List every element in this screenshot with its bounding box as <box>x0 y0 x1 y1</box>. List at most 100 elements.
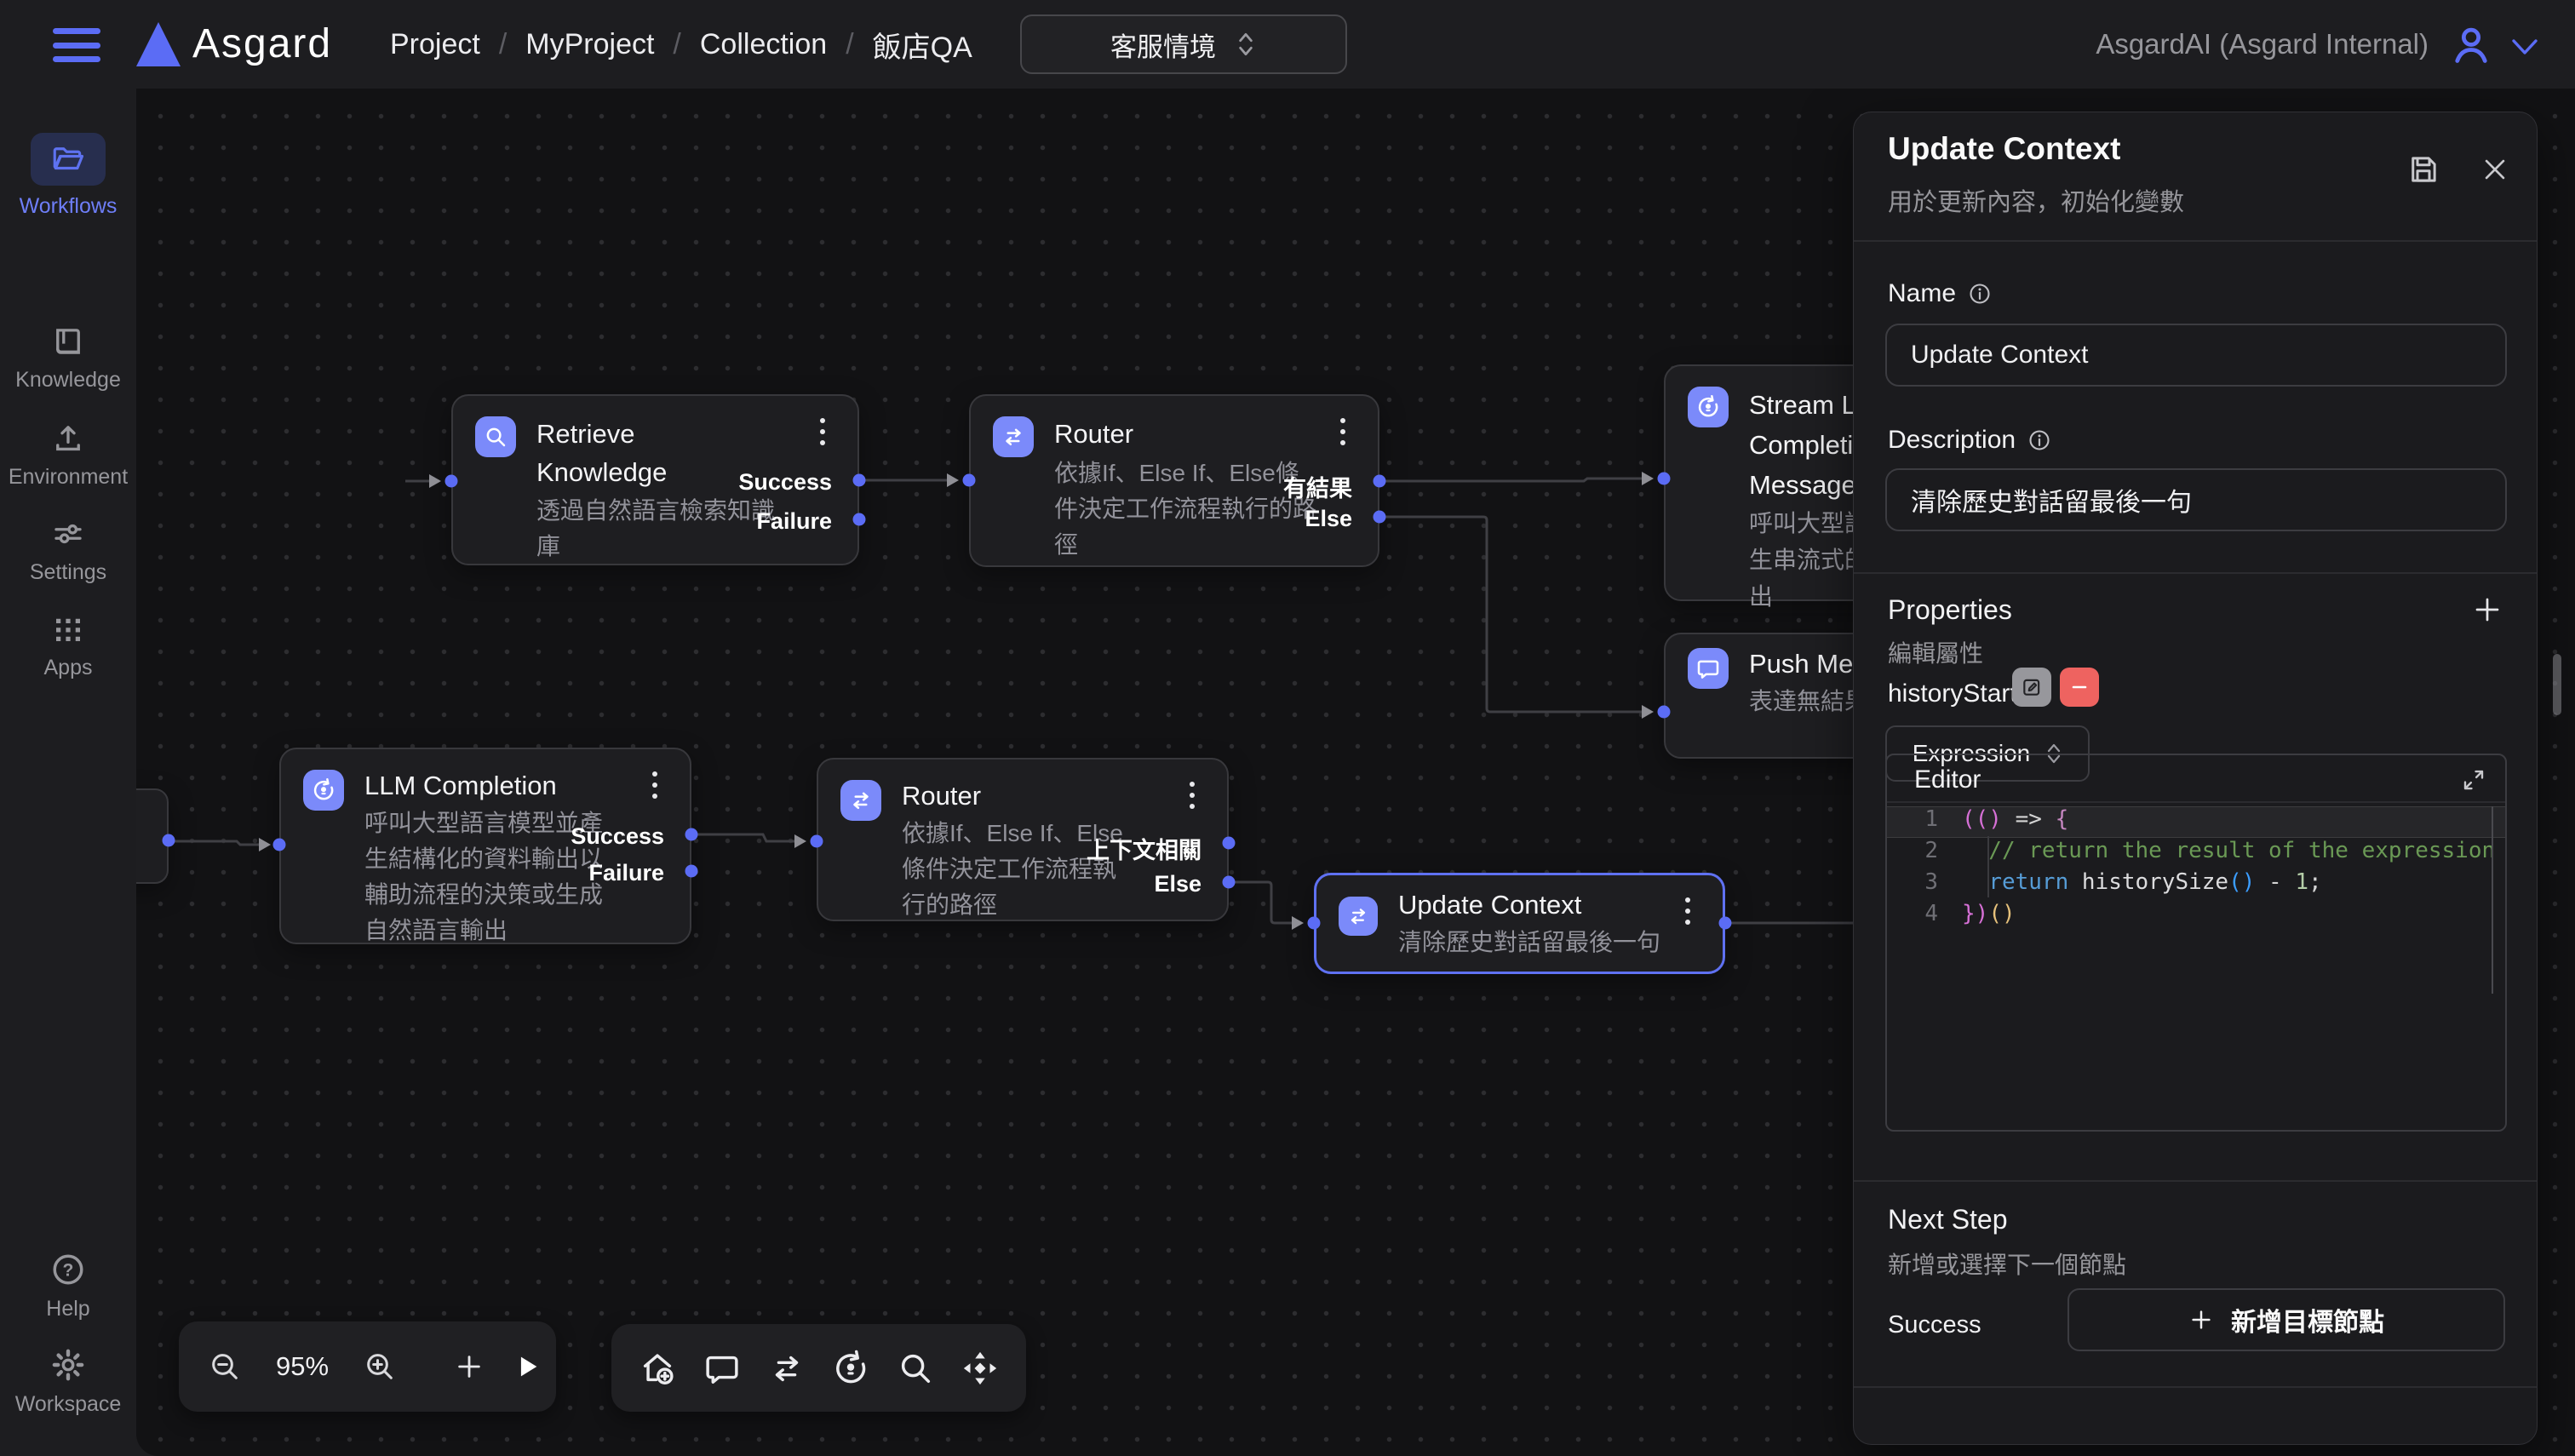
panel-subtitle: 用於更新內容，初始化變數 <box>1888 182 2184 218</box>
node-title: Router <box>1054 415 1133 453</box>
top-bar: Asgard Project/ MyProject/ Collection/ 飯… <box>0 0 2575 89</box>
close-icon[interactable] <box>2480 155 2509 184</box>
breadcrumb-project[interactable]: Project <box>390 28 480 61</box>
sidebar-item-settings[interactable]: Settings <box>0 516 136 585</box>
account-chevron-down-icon[interactable] <box>2509 37 2541 58</box>
description-label: Description <box>1888 426 2051 455</box>
breadcrumb: Project/ MyProject/ Collection/ 飯店QA <box>390 0 972 89</box>
properties-panel: Update Context 用於更新內容，初始化變數 Name Descrip… <box>1853 112 2538 1445</box>
zoom-level: 95% <box>271 1351 334 1382</box>
router-arrows-icon <box>1339 897 1378 936</box>
output-port-label: Success <box>738 469 832 496</box>
add-trigger-icon[interactable] <box>634 1344 681 1392</box>
name-input[interactable] <box>1885 324 2507 387</box>
next-step-title: Next Step <box>1888 1204 2008 1235</box>
scrollbar-thumb[interactable] <box>2553 654 2561 715</box>
llm-cycle-icon <box>303 770 344 811</box>
output-port-label: 上下文相關 <box>1087 832 1201 865</box>
retrieve-node-icon[interactable] <box>892 1344 939 1392</box>
sidebar-label: Workspace <box>15 1392 122 1417</box>
context-node-icon[interactable] <box>956 1344 1004 1392</box>
sidebar-item-workflows[interactable]: Workflows <box>0 133 136 219</box>
output-port-label: Failure <box>756 508 832 535</box>
search-icon <box>475 416 516 457</box>
node-title: LLM Completion <box>364 766 557 805</box>
sidebar-item-workspace[interactable]: Workspace <box>0 1346 136 1417</box>
remove-property-button[interactable] <box>2060 668 2099 707</box>
workspace-selector[interactable]: 客服情境 <box>1020 14 1347 74</box>
sidebar-item-apps[interactable]: Apps <box>0 611 136 680</box>
expand-icon[interactable] <box>2461 767 2486 793</box>
node-retrieve-knowledge[interactable]: RetrieveKnowledge 透過自然語言檢索知識庫 Success Fa… <box>451 394 859 565</box>
folder-icon <box>50 141 86 177</box>
help-icon: ? <box>49 1251 87 1288</box>
output-port-label: Else <box>1305 506 1352 532</box>
chat-bubble-icon <box>1688 648 1729 689</box>
properties-subtitle: 編輯屬性 <box>1888 635 1983 669</box>
node-router-top[interactable]: Router 依據If、Else If、Else條件決定工作流程執行的路徑 有結… <box>969 394 1379 567</box>
run-workflow-icon[interactable] <box>513 1343 542 1390</box>
edit-property-button[interactable] <box>2012 668 2051 707</box>
add-property-icon[interactable] <box>2472 594 2503 625</box>
node-description: 表達無結果 <box>1749 684 1868 719</box>
node-menu-icon[interactable] <box>1330 418 1356 445</box>
node-update-context[interactable]: Update Context 清除歷史對話留最後一句 <box>1314 873 1725 974</box>
sidebar-item-help[interactable]: ? Help <box>0 1251 136 1321</box>
node-menu-icon[interactable] <box>810 418 835 445</box>
breadcrumb-current[interactable]: 飯店QA <box>873 24 972 66</box>
code-area[interactable]: 1(() => { 2 // return the result of the … <box>1887 805 2505 1130</box>
panel-title: Update Context <box>1888 131 2120 167</box>
editor-scrollbar[interactable] <box>2492 806 2493 994</box>
node-palette-toolbar <box>611 1324 1026 1412</box>
output-port-label: Failure <box>588 860 664 886</box>
node-menu-icon[interactable] <box>1179 782 1205 809</box>
save-icon[interactable] <box>2406 152 2441 187</box>
router-node-icon[interactable] <box>763 1344 811 1392</box>
code-line: 3 return historySize() - 1; <box>1887 869 2505 901</box>
user-avatar-icon[interactable] <box>2449 22 2493 66</box>
sidebar-label: Apps <box>44 656 93 680</box>
sidebar: Workflows Knowledge Environment Settings… <box>0 89 136 1456</box>
plus-icon <box>2188 1307 2214 1333</box>
description-input[interactable] <box>1885 468 2507 531</box>
node-description: 清除歷史對話留最後一句 <box>1398 925 1660 960</box>
node-description: 呼叫大型語生串流式的出 <box>1749 505 1868 615</box>
breadcrumb-collection[interactable]: Collection <box>700 28 827 61</box>
message-node-icon[interactable] <box>698 1344 746 1392</box>
node-menu-icon[interactable] <box>642 771 668 799</box>
name-label: Name <box>1888 279 1992 308</box>
llm-node-icon[interactable] <box>827 1344 875 1392</box>
svg-text:?: ? <box>63 1260 74 1280</box>
output-port-label: Success <box>571 823 664 850</box>
add-node-icon[interactable] <box>455 1343 484 1390</box>
breadcrumb-myproject[interactable]: MyProject <box>525 28 654 61</box>
account-name: AsgardAI (Asgard Internal) <box>2096 0 2429 89</box>
chevron-updown-icon <box>1235 30 1257 59</box>
code-line: 4})() <box>1887 901 2505 932</box>
node-title: RetrieveKnowledge <box>536 415 667 491</box>
zoom-in-icon[interactable] <box>363 1343 397 1390</box>
menu-icon[interactable] <box>53 28 100 62</box>
router-arrows-icon <box>840 780 881 821</box>
output-port-label: 有結果 <box>1283 470 1352 503</box>
zoom-out-icon[interactable] <box>208 1343 242 1390</box>
app-title: Asgard <box>192 20 332 67</box>
node-description: 透過自然語言檢索知識庫 <box>536 493 775 565</box>
node-partial-left[interactable] <box>136 788 169 884</box>
info-icon <box>1968 282 1992 306</box>
sidebar-item-knowledge[interactable]: Knowledge <box>0 324 136 393</box>
router-arrows-icon <box>993 416 1034 457</box>
node-llm-completion[interactable]: LLM Completion 呼叫大型語言模型並產生結構化的資料輸出以輔助流程的… <box>279 748 691 944</box>
zoom-toolbar: 95% <box>179 1321 556 1412</box>
property-name: historyStart <box>1888 679 2017 708</box>
sidebar-label: Knowledge <box>15 368 121 393</box>
info-icon <box>2027 428 2051 452</box>
add-target-node-button[interactable]: 新增目標節點 <box>2067 1288 2505 1351</box>
node-router-bottom[interactable]: Router 依據If、Else If、Else條件決定工作流程執行的路徑 上下… <box>817 758 1229 921</box>
sliders-icon <box>50 516 86 552</box>
expression-editor: Editor 1(() => { 2 // return the result … <box>1885 754 2507 1132</box>
sidebar-item-environment[interactable]: Environment <box>0 421 136 490</box>
node-menu-icon[interactable] <box>1675 897 1700 925</box>
node-title: Router <box>902 777 981 815</box>
workspace-selector-value: 客服情境 <box>1110 26 1216 64</box>
